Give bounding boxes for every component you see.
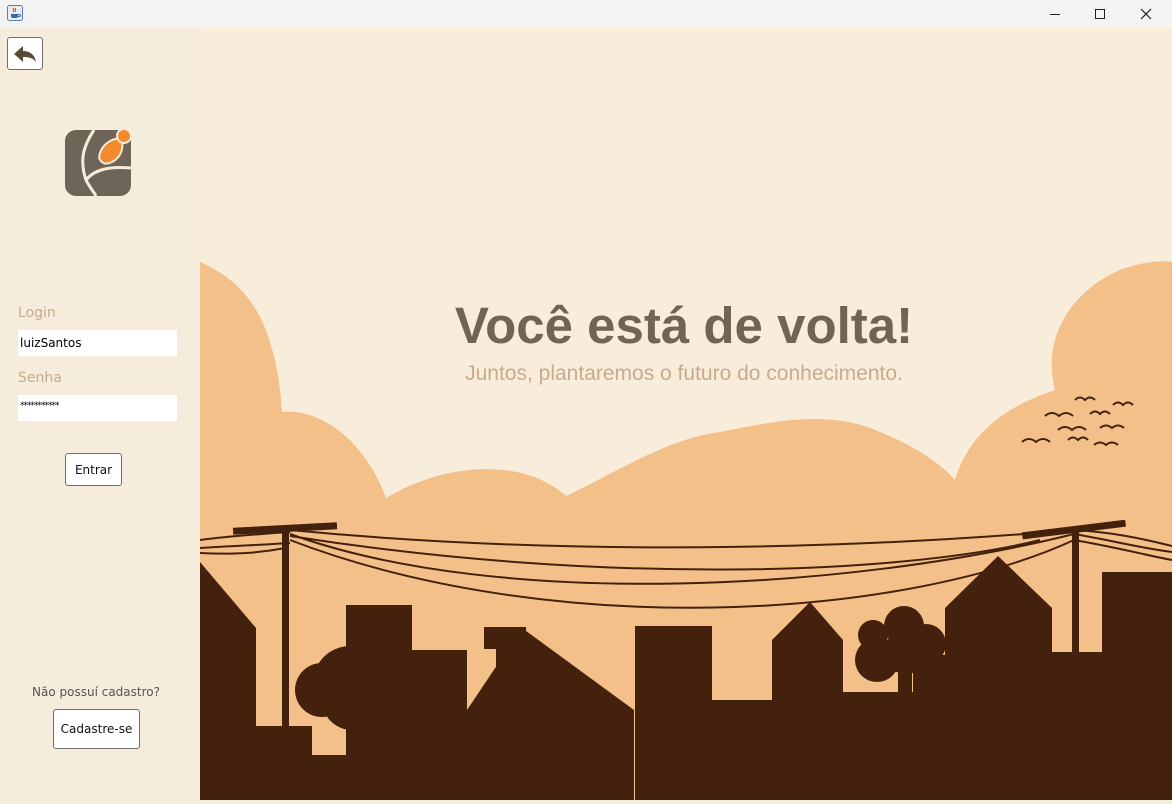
close-icon [1140,8,1152,20]
close-button[interactable] [1123,0,1169,28]
login-button[interactable]: Entrar [65,453,122,486]
no-account-text: Não possuí cadastro? [32,685,160,699]
hero-subtitle: Juntos, plantaremos o futuro do conhecim… [465,362,903,385]
maximize-icon [1095,9,1105,19]
register-button[interactable]: Cadastre-se [53,709,140,749]
minimize-button[interactable] [1032,0,1078,28]
hero-title: Você está de volta! [454,297,914,354]
leaf-person-logo-icon [64,128,132,197]
java-cup-icon [7,5,23,21]
back-arrow-icon [14,45,36,62]
title-bar [0,0,1172,28]
back-button[interactable] [7,37,43,70]
minimize-icon [1050,14,1060,15]
password-label: Senha [18,370,62,386]
login-label: Login [18,305,56,321]
login-input[interactable] [18,330,177,356]
city-illustration [199,28,1172,800]
maximize-button[interactable] [1077,0,1123,28]
password-input[interactable]: *********** [18,395,177,421]
